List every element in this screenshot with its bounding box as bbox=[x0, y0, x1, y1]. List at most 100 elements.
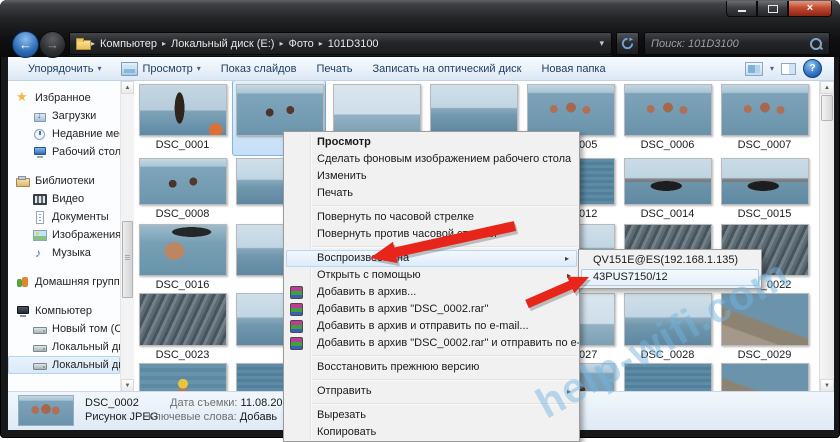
status-keywords-value: Добавь bbox=[239, 411, 278, 423]
file-item[interactable] bbox=[134, 363, 231, 392]
menu-separator bbox=[312, 403, 577, 404]
sidebar-item-pictures[interactable]: Изображения bbox=[8, 226, 134, 244]
file-item[interactable]: DSC_0029 bbox=[716, 293, 813, 362]
status-file-name: DSC_0002 bbox=[85, 397, 139, 409]
context-menu-item[interactable]: Отправить ▸ bbox=[284, 383, 579, 400]
submenu-item[interactable]: 43PUS7150/12 bbox=[581, 269, 759, 286]
toolbar-button-view[interactable]: Просмотр ▾ bbox=[111, 60, 210, 78]
content-scrollbar-thumb[interactable] bbox=[821, 95, 833, 121]
minimize-button[interactable] bbox=[726, 1, 757, 17]
file-item[interactable]: DSC_0028 bbox=[619, 293, 716, 362]
context-menu-item[interactable]: Добавить в архив... bbox=[284, 284, 579, 301]
sidebar-item-recent-places[interactable]: Недавние места bbox=[8, 125, 134, 143]
breadcrumb-item[interactable]: Локальный диск (E:) bbox=[166, 38, 280, 50]
sidebar-scrollbar[interactable]: ▲ ▼ bbox=[120, 81, 134, 392]
toolbar-button-new-folder[interactable]: Новая папка bbox=[531, 61, 615, 77]
scroll-up-icon[interactable]: ▲ bbox=[820, 81, 834, 94]
file-item[interactable]: DSC_0006 bbox=[619, 84, 716, 152]
toolbar-button-organize[interactable]: Упорядочить ▾ bbox=[18, 61, 111, 77]
sidebar-item-documents[interactable]: Документы bbox=[8, 208, 134, 226]
close-button[interactable]: × bbox=[788, 1, 832, 17]
sidebar-section-label: Библиотеки bbox=[35, 175, 95, 187]
file-item[interactable]: DSC_0016 bbox=[134, 224, 231, 292]
context-menu-item-label: Воспроизвести на bbox=[317, 252, 410, 264]
file-thumbnail bbox=[332, 84, 421, 136]
sidebar-section-libraries[interactable]: Библиотеки bbox=[8, 172, 134, 190]
context-menu-item[interactable]: Воспроизвести на ▸ bbox=[286, 250, 577, 267]
file-item[interactable]: DSC_0001 bbox=[134, 84, 231, 152]
file-item[interactable]: DSC_0014 bbox=[619, 158, 716, 221]
file-name: DSC_0023 bbox=[155, 349, 210, 361]
help-icon[interactable]: ? bbox=[803, 59, 822, 78]
file-thumbnail bbox=[623, 293, 712, 346]
toolbar-button-label: Записать на оптический диск bbox=[372, 62, 522, 75]
context-menu-item[interactable]: Повернуть по часовой стрелке bbox=[284, 209, 579, 226]
breadcrumb-item[interactable]: 101D3100 bbox=[323, 38, 384, 50]
sidebar-item-music[interactable]: Музыка bbox=[8, 244, 134, 262]
file-item[interactable]: DSC_0007 bbox=[716, 84, 813, 152]
context-menu-item[interactable]: Добавить в архив и отправить по e-mail..… bbox=[284, 318, 579, 335]
breadcrumb: Компьютер ▸ Локальный диск (E:) ▸ Фото ▸ 101D3… bbox=[95, 38, 384, 50]
toolbar-button-slideshow[interactable]: Показ слайдов bbox=[211, 61, 307, 77]
file-item[interactable] bbox=[716, 363, 813, 392]
content-scrollbar[interactable]: ▲ ▼ bbox=[819, 81, 834, 392]
refresh-button[interactable] bbox=[616, 32, 639, 55]
drive-icon bbox=[33, 341, 47, 354]
file-thumbnail bbox=[138, 158, 227, 205]
sidebar-item-local-disk-1[interactable]: Локальный диск bbox=[8, 338, 134, 356]
context-menu-item[interactable]: Повернуть против часовой стрелки bbox=[284, 226, 579, 243]
recent-icon bbox=[33, 128, 47, 141]
sidebar-item-downloads[interactable]: Загрузки bbox=[8, 107, 134, 125]
context-menu-item[interactable]: Добавить в архив "DSC_0002.rar" и отправ… bbox=[284, 335, 579, 352]
context-menu-item-label: Восстановить прежнюю версию bbox=[317, 361, 480, 373]
sidebar-item-local-disk-2[interactable]: Локальный диск bbox=[8, 356, 134, 374]
status-keywords[interactable]: Ключевые слова: Добавь bbox=[148, 411, 277, 423]
sidebar-scrollbar-thumb[interactable] bbox=[122, 221, 133, 298]
toolbar-right-icons: ▾ ? bbox=[744, 59, 834, 78]
folder-icon bbox=[76, 37, 91, 50]
submenu-arrow-icon: ▸ bbox=[566, 387, 571, 396]
context-menu-item[interactable]: Изменить bbox=[284, 168, 579, 185]
sidebar-section-homegroup[interactable]: Домашняя группа bbox=[8, 273, 134, 291]
context-menu-item[interactable]: Вырезать bbox=[284, 407, 579, 424]
context-menu-item[interactable]: Открыть с помощью ▸ bbox=[284, 267, 579, 284]
breadcrumb-item[interactable]: Компьютер bbox=[95, 38, 162, 50]
file-item[interactable] bbox=[619, 363, 716, 392]
address-dropdown-icon[interactable]: ▾ bbox=[599, 38, 611, 49]
change-view-icon[interactable] bbox=[744, 61, 763, 76]
back-button[interactable]: ← bbox=[12, 31, 39, 58]
address-bar[interactable]: ▸ Компьютер ▸ Локальный диск (E:) ▸ Фото ▸ 101… bbox=[69, 32, 612, 55]
context-menu-item[interactable]: Копировать bbox=[284, 424, 579, 441]
preview-pane-icon[interactable] bbox=[781, 62, 796, 75]
desktop-icon bbox=[33, 146, 47, 159]
sidebar-section-favorites[interactable]: Избранное bbox=[8, 89, 134, 107]
status-thumbnail bbox=[18, 395, 74, 426]
breadcrumb-item[interactable]: Фото bbox=[283, 38, 318, 50]
sidebar-item-volume-c[interactable]: Новый том (C:) bbox=[8, 320, 134, 338]
scroll-up-icon[interactable]: ▲ bbox=[121, 81, 134, 94]
submenu-arrow-icon: ▸ bbox=[564, 254, 569, 263]
toolbar-button-print[interactable]: Печать bbox=[306, 61, 362, 77]
submenu-item[interactable]: QV151E@ES(192.168.1.135) bbox=[581, 252, 759, 269]
file-item[interactable]: DSC_0015 bbox=[716, 158, 813, 221]
context-menu-item[interactable]: Восстановить прежнюю версию bbox=[284, 359, 579, 376]
context-menu-item[interactable]: Добавить в архив "DSC_0002.rar" bbox=[284, 301, 579, 318]
sidebar-item-video[interactable]: Видео bbox=[8, 190, 134, 208]
menu-separator bbox=[312, 355, 577, 356]
sidebar-section-computer[interactable]: Компьютер bbox=[8, 302, 134, 320]
file-name: DSC_0016 bbox=[155, 279, 210, 291]
file-item[interactable]: DSC_0008 bbox=[134, 158, 231, 221]
forward-button[interactable]: → bbox=[39, 31, 66, 58]
context-menu-item-label: Копировать bbox=[317, 426, 377, 438]
forward-arrow-icon: → bbox=[46, 37, 59, 52]
change-view-dropdown-icon[interactable]: ▾ bbox=[770, 64, 774, 73]
maximize-button[interactable] bbox=[757, 1, 788, 17]
file-item[interactable]: DSC_0023 bbox=[134, 293, 231, 362]
context-menu-item[interactable]: Просмотр bbox=[284, 134, 579, 151]
search-icon[interactable] bbox=[809, 37, 823, 51]
context-menu-item[interactable]: Печать bbox=[284, 185, 579, 202]
toolbar-button-burn-disc[interactable]: Записать на оптический диск bbox=[363, 61, 532, 77]
sidebar-item-desktop[interactable]: Рабочий стол bbox=[8, 143, 134, 161]
context-menu-item[interactable]: Сделать фоновым изображением рабочего ст… bbox=[284, 151, 579, 168]
search-input[interactable] bbox=[645, 37, 809, 50]
